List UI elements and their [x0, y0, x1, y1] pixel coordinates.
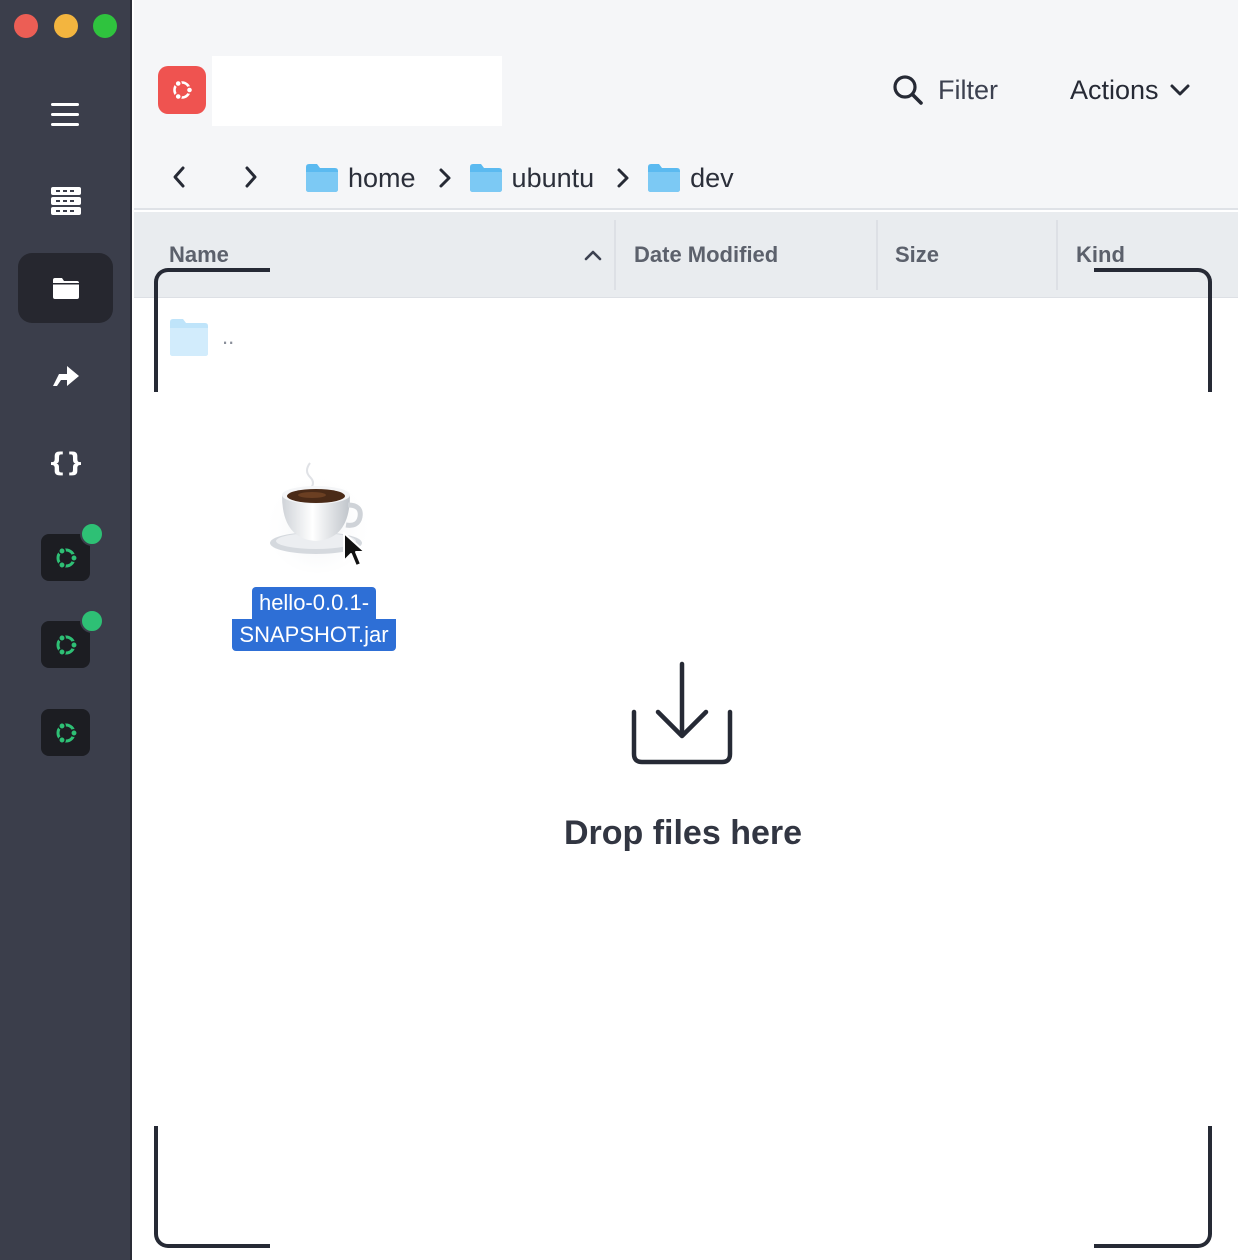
chevron-down-icon	[1170, 84, 1190, 96]
column-date-modified[interactable]: Date Modified	[634, 212, 874, 298]
dropzone-corner	[1094, 268, 1212, 392]
column-divider[interactable]	[1056, 220, 1058, 290]
forward-button[interactable]	[236, 162, 266, 192]
window-zoom-button[interactable]	[93, 14, 117, 38]
back-button[interactable]	[164, 162, 194, 192]
folder-icon	[648, 164, 681, 192]
column-name-label: Name	[169, 242, 229, 267]
ubuntu-host-icon	[56, 721, 78, 744]
chevron-right-icon	[616, 167, 630, 189]
hosts-icon	[50, 187, 81, 215]
folder-icon	[306, 164, 338, 192]
port-forwarding-icon	[52, 366, 79, 386]
mouse-cursor-icon	[343, 532, 366, 567]
chevron-right-icon	[245, 166, 257, 188]
snippets-icon: {}	[51, 448, 81, 477]
ubuntu-logo-icon	[158, 66, 206, 114]
folder-icon	[469, 164, 502, 192]
breadcrumb-label: home	[348, 162, 416, 193]
dropzone-corner	[1094, 1126, 1212, 1248]
breadcrumb-ubuntu[interactable]: ubuntu	[469, 162, 595, 194]
hosts-button[interactable]	[18, 166, 113, 236]
actions-menu-button[interactable]: Actions	[1070, 70, 1191, 110]
file-name-line: hello-0.0.1-	[251, 587, 377, 619]
host-item-1[interactable]	[41, 522, 104, 581]
filter-button[interactable]: Filter	[892, 70, 998, 110]
ubuntu-host-icon	[56, 633, 78, 656]
sftp-button[interactable]	[18, 253, 113, 323]
breadcrumb: home ubuntu dev	[306, 158, 734, 198]
dropzone-corner	[154, 1126, 270, 1248]
folder-icon	[52, 278, 79, 299]
dragged-file-name: hello-0.0.1- SNAPSHOT.jar	[224, 587, 404, 651]
port-forwarding-button[interactable]	[18, 340, 113, 410]
column-kind-label: Kind	[1076, 242, 1125, 267]
chevron-right-icon	[438, 167, 452, 189]
host-item-2[interactable]	[41, 609, 104, 668]
file-name-line: SNAPSHOT.jar	[232, 619, 396, 651]
column-divider[interactable]	[876, 220, 878, 290]
column-size[interactable]: Size	[895, 212, 1055, 298]
host-title-field[interactable]	[212, 56, 502, 126]
chevron-left-icon	[173, 166, 185, 188]
host-item-3[interactable]	[41, 709, 90, 756]
app-window: {}	[0, 0, 1238, 1260]
column-header: Name Date Modified Size Kind	[134, 212, 1238, 298]
sort-ascending-icon	[584, 250, 602, 261]
dropzone-corner	[154, 268, 270, 392]
sftp-panel: Filter Actions home ubuntu dev Name Date…	[134, 0, 1238, 1260]
svg-text:{}: {}	[51, 448, 81, 477]
online-status-dot	[80, 609, 104, 633]
filter-label: Filter	[938, 74, 998, 105]
column-size-label: Size	[895, 242, 940, 267]
window-minimize-button[interactable]	[54, 14, 78, 38]
breadcrumb-label: dev	[690, 162, 734, 193]
column-date-modified-label: Date Modified	[634, 242, 779, 267]
breadcrumb-dev[interactable]: dev	[648, 163, 734, 194]
toolbar: Filter Actions home ubuntu dev	[134, 0, 1238, 210]
ubuntu-host-icon	[56, 546, 78, 569]
dropzone-text: Drop files here	[563, 814, 803, 852]
column-divider[interactable]	[614, 220, 616, 290]
sidebar: {}	[0, 0, 132, 1260]
online-status-dot	[80, 522, 104, 546]
menu-icon	[50, 103, 79, 126]
breadcrumb-home[interactable]: home	[306, 163, 416, 194]
snippets-button[interactable]: {}	[18, 427, 113, 497]
breadcrumb-label: ubuntu	[511, 162, 595, 193]
actions-label: Actions	[1070, 74, 1159, 105]
search-icon	[893, 75, 923, 105]
download-icon	[631, 661, 733, 765]
menu-button[interactable]	[18, 80, 113, 150]
window-close-button[interactable]	[14, 14, 38, 38]
